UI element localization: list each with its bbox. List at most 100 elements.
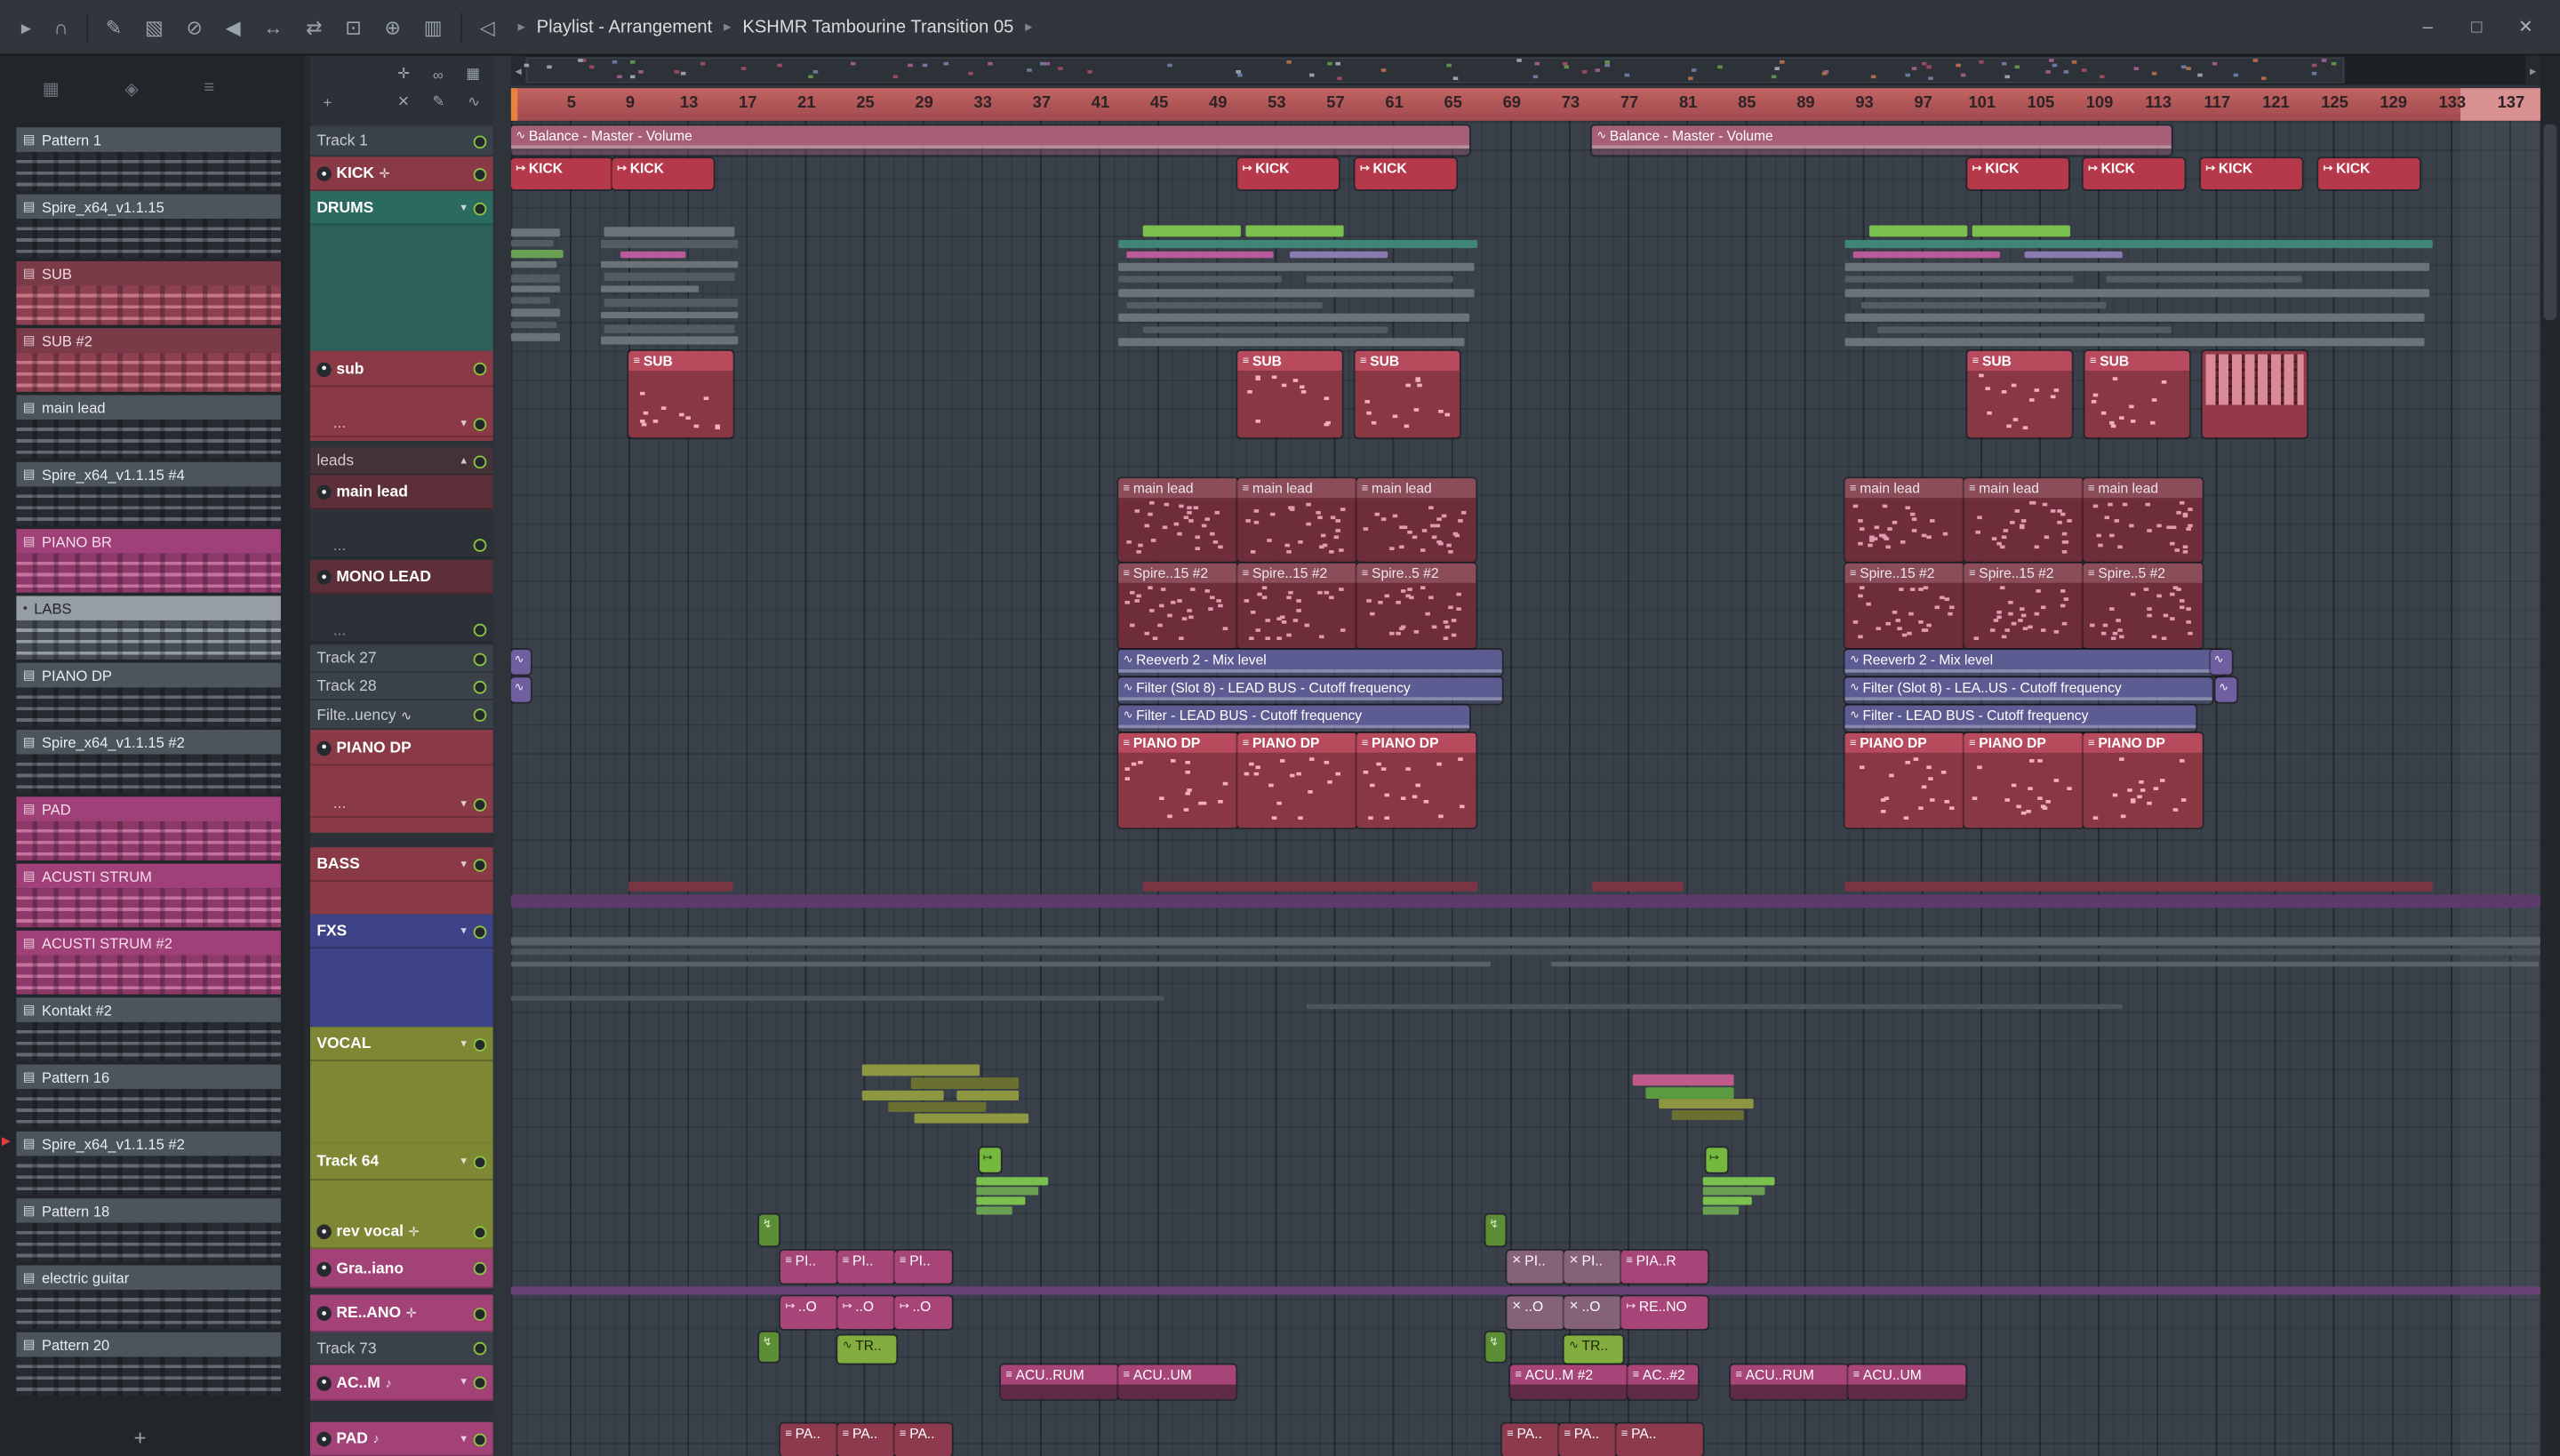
pattern-strip[interactable] [1869, 225, 1968, 237]
scroll-right-icon[interactable]: ▸ [2525, 55, 2540, 85]
picker-item[interactable]: ▤ SUB #2 [16, 328, 281, 392]
collapse-arrow-icon[interactable]: ▼ [459, 1039, 468, 1049]
track-row[interactable]: ... ▼ [310, 790, 493, 818]
track-row[interactable]: ● main lead [309, 475, 493, 510]
preview-icon[interactable]: ▥ [412, 15, 454, 38]
picker-item[interactable]: ▤ Pattern 16 [16, 1064, 281, 1129]
clip-lead[interactable]: ≡ Spire..15 #2 [1844, 563, 1964, 649]
picker-item[interactable]: ▤ main lead [16, 395, 281, 460]
track-row[interactable]: ● MONO LEAD [309, 559, 493, 595]
track-led[interactable] [473, 167, 487, 180]
collapse-arrow-icon[interactable]: ▼ [459, 860, 468, 869]
clip-sub[interactable]: ≡ PIANO DP [1356, 732, 1476, 828]
track-row[interactable]: Filte..uency ∿ [309, 700, 493, 731]
pattern-strip[interactable] [604, 227, 735, 237]
picker-item-thumbnail[interactable] [16, 352, 281, 392]
clip-sub[interactable]: ≡ PIANO DP [2083, 732, 2203, 828]
collapse-arrow-icon[interactable]: ▼ [459, 926, 468, 936]
clip-padc[interactable]: ≡ PA.. [780, 1423, 838, 1456]
clip-pi[interactable]: ≡ PI.. [780, 1250, 838, 1284]
pattern-strip[interactable] [600, 311, 739, 319]
track-led[interactable] [473, 454, 487, 468]
clip-sub[interactable]: ≡ PIANO DP [1237, 732, 1357, 828]
move-icon[interactable]: ✛ [409, 1225, 420, 1240]
clip-autoB[interactable]: ∿ Filter (Slot 8) - LEAD BUS - Cutoff fre… [1118, 677, 1502, 704]
pattern-strip[interactable] [1118, 289, 1475, 298]
picker-item[interactable]: ▤ Pattern 1 [16, 127, 281, 191]
clip-mini[interactable]: ↦ [1706, 1148, 1728, 1172]
pattern-strip[interactable] [510, 961, 1491, 967]
timeline-ruler[interactable]: 5 9 13 17 21 25 29 33 37 41 45 49 53 57 61 65 69 73 77 81 85… [510, 88, 2540, 121]
pattern-strip[interactable] [1844, 881, 2433, 892]
clip-sub[interactable]: ≡ PIANO DP [1844, 732, 1964, 828]
move-icon[interactable]: ✛ [406, 1306, 417, 1321]
track-led[interactable] [473, 201, 487, 215]
clip-kick[interactable]: ↦ KICK [2318, 158, 2420, 190]
clip-acu[interactable]: ≡ ACU..RUM [1730, 1364, 1849, 1400]
clip-padc[interactable]: ≡ PA.. [837, 1423, 895, 1456]
pattern-strip[interactable] [604, 324, 735, 333]
picker-item-thumbnail[interactable] [16, 820, 281, 860]
pattern-strip[interactable] [510, 285, 560, 292]
pattern-strip[interactable] [888, 1101, 987, 1112]
clip-lead[interactable]: ≡ main lead [1237, 478, 1357, 562]
picker-item[interactable]: • LABS [16, 596, 281, 660]
picker-item-thumbnail[interactable] [16, 1222, 281, 1262]
picker-item-label-row[interactable]: ▤ Spire_x64_v1.1.15 #2 [16, 1131, 281, 1156]
picker-item[interactable]: ▤ SUB [16, 260, 281, 325]
picker-item-label-row[interactable]: • LABS [16, 596, 281, 620]
track-row[interactable]: Track 1 [309, 125, 493, 157]
picker-item-thumbnail[interactable] [16, 486, 281, 526]
pattern-strip[interactable] [510, 250, 564, 259]
picker-item[interactable]: ▤ Kontakt #2 [16, 997, 281, 1061]
track-row[interactable]: Track 27 [309, 644, 493, 673]
collapse-arrow-icon[interactable]: ▼ [459, 1378, 468, 1388]
speaker-icon[interactable]: ◁ [468, 0, 507, 55]
clip-lead[interactable]: ≡ main lead [1844, 478, 1964, 562]
pattern-strip[interactable] [976, 1187, 1039, 1196]
channel-button-icon[interactable]: ● [316, 1306, 332, 1321]
pattern-strip[interactable] [956, 1090, 1020, 1100]
picker-item-label-row[interactable]: ▤ Pattern 20 [16, 1332, 281, 1357]
mute-icon[interactable]: ◀ [214, 15, 252, 38]
picker-item-label-row[interactable]: ▤ PIANO DP [16, 662, 281, 688]
track-led[interactable] [473, 623, 487, 637]
pattern-strip[interactable] [1126, 251, 1274, 259]
track-led[interactable] [473, 797, 487, 811]
pattern-strip[interactable] [510, 1286, 2540, 1295]
clip-flash[interactable]: ↯ [759, 1214, 780, 1246]
picker-item-thumbnail[interactable] [16, 553, 281, 593]
clip-sub[interactable]: ≡ PIANO DP [1964, 732, 2084, 828]
clip-lead[interactable]: ≡ Spire..5 #2 [2083, 563, 2203, 649]
clip-kick[interactable]: ↦ KICK [612, 158, 714, 190]
clip-pi[interactable]: ≡ PI.. [894, 1250, 952, 1284]
clip-pix[interactable]: ✕ PI.. [1507, 1250, 1564, 1284]
picker-item-thumbnail[interactable] [16, 955, 281, 995]
pattern-strip[interactable] [620, 251, 686, 259]
clip-sub[interactable]: ≡ SUB [628, 350, 733, 438]
clip-pi[interactable]: ↦ ..O [837, 1296, 895, 1330]
picker-layout-icon[interactable]: ▦ [43, 78, 60, 127]
scroll-left-icon[interactable]: ◂ [510, 55, 526, 85]
track-row[interactable]: ● KICK ✛ [309, 156, 493, 191]
pattern-strip[interactable] [628, 881, 733, 892]
pattern-strip[interactable] [510, 297, 550, 304]
clip-autosq[interactable]: ∿ [510, 650, 531, 675]
pattern-strip[interactable] [1550, 961, 2540, 967]
track-led[interactable] [473, 924, 487, 939]
headphones-icon[interactable]: ∩ [43, 15, 80, 38]
clip-flash[interactable]: ↯ [759, 1332, 780, 1362]
picker-filter-icon[interactable]: ≡ [204, 78, 214, 127]
track-row[interactable]: Track 64 ▼ [309, 1142, 493, 1180]
clip-acu[interactable]: ≡ ACU..RUM [1000, 1364, 1119, 1400]
vertical-scrollbar-thumb[interactable] [2543, 124, 2557, 320]
track-row[interactable]: ... [310, 617, 493, 643]
track-row[interactable]: ● rev vocal ✛ [309, 1214, 493, 1250]
channel-button-icon[interactable]: ● [316, 361, 332, 377]
picker-item-thumbnail[interactable] [16, 151, 281, 191]
clip-autoB[interactable]: ∿ Filter (Slot 8) - LEA..US - Cutoff freq… [1844, 677, 2212, 704]
picker-item-label-row[interactable]: ▤ SUB [16, 260, 281, 286]
clip-lead[interactable]: ≡ Spire..15 #2 [1118, 563, 1238, 649]
pattern-strip[interactable] [510, 948, 2540, 956]
picker-item[interactable]: ▤ Spire_x64_v1.1.15 #4 [16, 461, 281, 526]
